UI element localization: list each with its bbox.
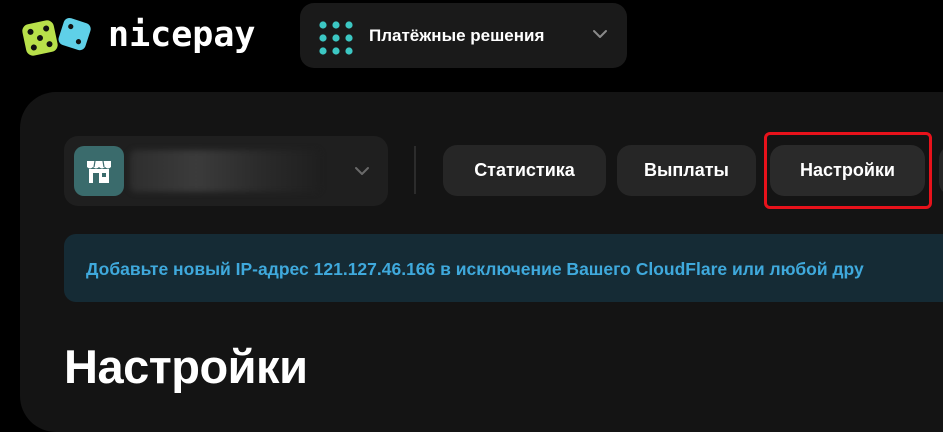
toolbar-divider <box>414 146 416 194</box>
dice-logo-icon[interactable] <box>20 14 92 58</box>
merchant-name-redacted <box>130 150 320 192</box>
tab-settings[interactable]: Настройки <box>770 145 925 196</box>
top-bar: nicepay Платёжные решения <box>0 0 943 80</box>
page-title: Настройки <box>64 340 308 393</box>
notice-banner: Добавьте новый IP-адрес 121.127.46.166 в… <box>64 234 943 302</box>
tab-payouts[interactable]: Выплаты <box>617 145 756 196</box>
merchant-selector[interactable] <box>64 136 388 206</box>
solutions-dropdown[interactable]: Платёжные решения <box>300 3 627 68</box>
brand-name[interactable]: nicepay <box>108 15 256 55</box>
tab-statistics[interactable]: Статистика <box>443 145 606 196</box>
chevron-down-icon[interactable] <box>354 164 370 182</box>
shop-icon <box>74 146 124 196</box>
dots-grid-icon <box>319 21 353 55</box>
chevron-down-icon[interactable] <box>592 27 608 45</box>
solutions-label: Платёжные решения <box>369 26 545 45</box>
notice-text: Добавьте новый IP-адрес 121.127.46.166 в… <box>86 259 864 279</box>
tab-next-partial[interactable] <box>939 145 943 196</box>
